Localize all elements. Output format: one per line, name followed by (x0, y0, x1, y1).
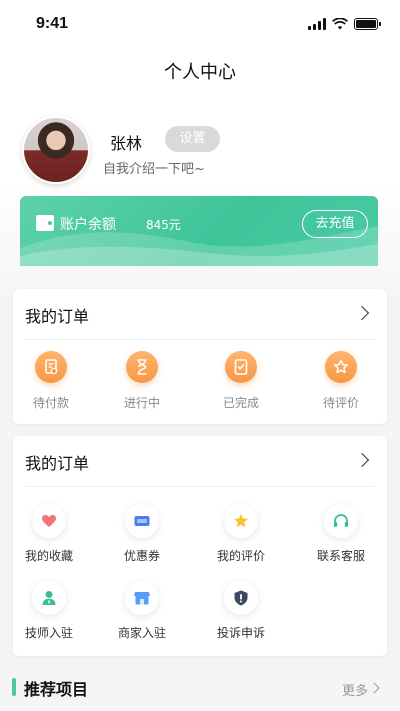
services-title: 我的订单 (25, 454, 90, 473)
balance-label: 账户余额 (60, 217, 116, 233)
order-label: 待评价 (322, 396, 359, 410)
recommend-more-link[interactable]: 更多 (342, 680, 368, 699)
recommend-title: 推荐项目 (24, 680, 89, 699)
service-label: 我的评价 (216, 549, 265, 563)
avatar[interactable] (22, 116, 90, 184)
chevron-right-icon (354, 452, 370, 468)
service-label: 联系客服 (316, 549, 365, 563)
services-card-header[interactable]: 我的订单 (13, 436, 387, 486)
headset-icon (324, 504, 358, 538)
orders-title: 我的订单 (25, 307, 90, 326)
payment-icon (35, 351, 67, 383)
orders-card-header[interactable]: 我的订单 (13, 289, 387, 339)
heart-icon (32, 504, 66, 538)
technician-icon (32, 581, 66, 615)
page-title: 个人中心 (164, 62, 236, 83)
order-item-to-review[interactable]: 待评价 (311, 351, 371, 411)
wallet-icon (36, 215, 54, 231)
service-merchant-join[interactable]: 商家入驻 (107, 581, 177, 641)
status-time: 9:41 (36, 15, 69, 32)
section-accent-bar (12, 678, 16, 696)
service-favorites[interactable]: 我的收藏 (14, 504, 84, 564)
divider (25, 339, 375, 340)
service-label: 投诉申诉 (216, 626, 265, 640)
balance-card: 账户余额 845元 去充值 (20, 196, 378, 266)
status-bar: 9:41 (0, 0, 400, 48)
order-item-completed[interactable]: 已完成 (211, 351, 271, 411)
order-label: 待付款 (32, 396, 69, 410)
service-my-reviews[interactable]: 我的评价 (206, 504, 276, 564)
status-icons (308, 18, 381, 30)
orders-card: 我的订单 待付款 进行中 已完成 待评价 (13, 289, 387, 424)
coupon-icon (125, 504, 159, 538)
service-label: 商家入驻 (117, 626, 166, 640)
completed-doc-icon (225, 351, 257, 383)
store-icon (125, 581, 159, 615)
star-icon (325, 351, 357, 383)
balance-amount: 845元 (146, 218, 181, 232)
divider (25, 486, 375, 487)
user-intro[interactable]: 自我介绍一下吧~ (103, 158, 205, 177)
service-label: 技师入驻 (24, 626, 73, 640)
cellular-signal-icon (308, 18, 326, 30)
star-icon (224, 504, 258, 538)
order-label: 进行中 (123, 396, 160, 410)
battery-icon (354, 18, 381, 30)
order-label: 已完成 (222, 396, 259, 410)
chevron-right-icon[interactable] (368, 682, 380, 694)
user-name: 张林 (110, 134, 143, 153)
settings-button[interactable]: 设置 (165, 126, 220, 152)
wifi-icon (332, 18, 348, 30)
service-coupons[interactable]: 优惠券 (107, 504, 177, 564)
service-customer-service[interactable]: 联系客服 (306, 504, 376, 564)
service-label: 我的收藏 (24, 549, 73, 563)
complaint-shield-icon (224, 581, 258, 615)
chevron-right-icon (354, 305, 370, 321)
service-label: 优惠券 (123, 549, 160, 563)
services-card: 我的订单 我的收藏 优惠券 我的评价 联系客服 技师入驻 商家入驻 投诉申诉 (13, 436, 387, 656)
hourglass-icon (126, 351, 158, 383)
order-item-pending-payment[interactable]: 待付款 (21, 351, 81, 411)
order-item-in-progress[interactable]: 进行中 (112, 351, 172, 411)
service-technician-join[interactable]: 技师入驻 (14, 581, 84, 641)
service-complaint[interactable]: 投诉申诉 (206, 581, 276, 641)
recharge-button[interactable]: 去充值 (302, 210, 368, 238)
